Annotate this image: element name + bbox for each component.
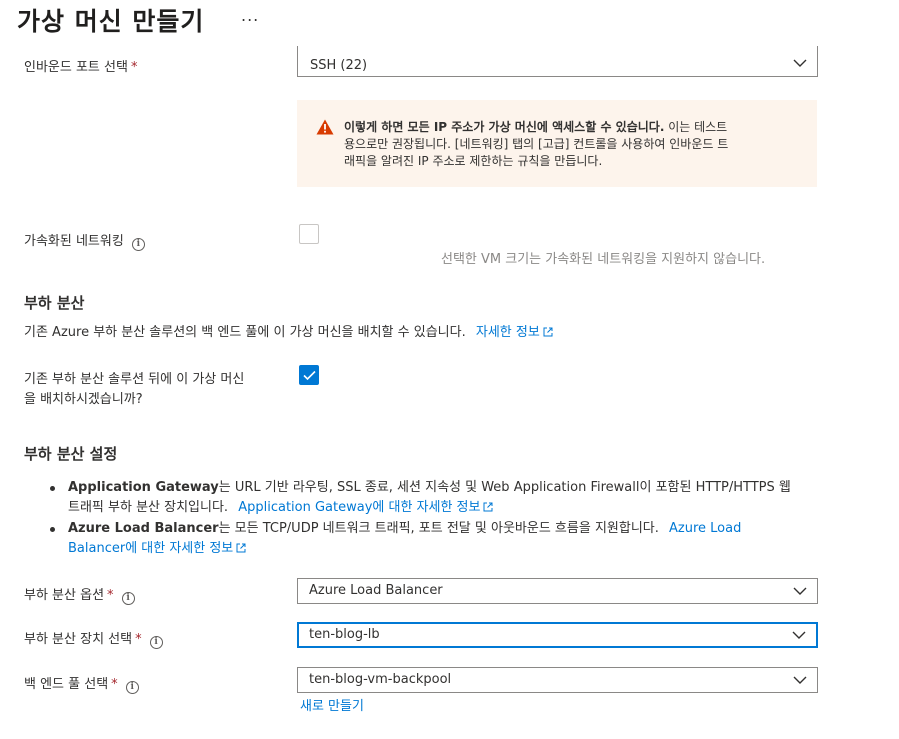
page-header: 가상 머신 만들기 ... [0,0,899,46]
place-behind-lb-checkbox[interactable] [299,365,319,385]
backend-pool-select[interactable]: ten-blog-vm-backpool [297,667,818,693]
warning-icon [316,119,334,135]
external-link-icon [543,324,553,344]
info-icon[interactable]: i [131,238,145,251]
required-marker: * [111,677,118,692]
warning-banner: 이렇게 하면 모든 IP 주소가 가상 머신에 액세스할 수 있습니다. 이는 … [297,100,817,187]
info-icon[interactable]: i [125,681,139,694]
page-title: 가상 머신 만들기 [17,7,205,36]
learn-more-link[interactable]: 자세한 정보 [476,325,553,340]
inbound-ports-select[interactable]: SSH (22) [297,46,818,77]
checkmark-icon [303,370,316,381]
chevron-down-icon [793,587,807,595]
required-marker: * [107,588,114,603]
inbound-ports-value: SSH (22) [310,58,368,73]
backend-pool-label: 백 엔드 풀 선택 * i [24,673,139,694]
lb-settings-title: 부하 분산 설정 [24,445,118,463]
required-marker: * [130,60,138,75]
chevron-down-icon [793,59,807,67]
lb-select-value: ten-blog-lb [309,627,380,642]
lb-select-dropdown[interactable]: ten-blog-lb [297,622,818,648]
required-marker: * [135,632,142,647]
warning-text: 이렇게 하면 모든 IP 주소가 가상 머신에 액세스할 수 있습니다. 이는 … [344,120,729,168]
info-icon[interactable]: i [121,592,135,605]
external-link-icon [483,499,493,519]
backend-pool-value: ten-blog-vm-backpool [309,672,452,687]
info-icon[interactable]: i [149,636,163,649]
list-item: Application Gateway는 URL 기반 라우팅, SSL 종료,… [50,478,830,519]
list-item: Azure Load Balancer는 모든 TCP/UDP 네트워크 트래픽… [50,519,830,560]
lb-option-value: Azure Load Balancer [309,583,443,598]
accelerated-networking-checkbox[interactable] [299,224,319,244]
accelerated-networking-note: 선택한 VM 크기는 가속화된 네트워킹을 지원하지 않습니다. [441,252,766,267]
chevron-down-icon [793,676,807,684]
load-balancing-description: 기존 Azure 부하 분산 솔루션의 백 엔드 풀에 이 가상 머신을 배치할… [24,323,553,344]
accelerated-networking-label: 가속화된 네트워킹 i [24,230,145,251]
lb-option-label: 부하 분산 옵션 * i [24,584,135,605]
external-link-icon [236,540,246,560]
place-behind-lb-question: 기존 부하 분산 솔루션 뒤에 이 가상 머신 을 배치하시겠습니까? [24,372,245,407]
application-gateway-learn-more-link[interactable]: Application Gateway에 대한 자세한 정보 [238,500,493,515]
lb-settings-list: Application Gateway는 URL 기반 라우팅, SSL 종료,… [50,478,830,560]
lb-select-label: 부하 분산 장치 선택 * i [24,628,163,649]
chevron-down-icon [792,631,806,639]
lb-option-select[interactable]: Azure Load Balancer [297,578,818,604]
inbound-ports-row: 인바운드 포트 선택 * SSH (22) [0,46,899,78]
create-new-link[interactable]: 새로 만들기 [300,695,364,714]
more-options-button[interactable]: ... [241,6,259,25]
load-balancing-title: 부하 분산 [24,294,85,312]
inbound-ports-label: 인바운드 포트 선택 * [24,60,138,75]
